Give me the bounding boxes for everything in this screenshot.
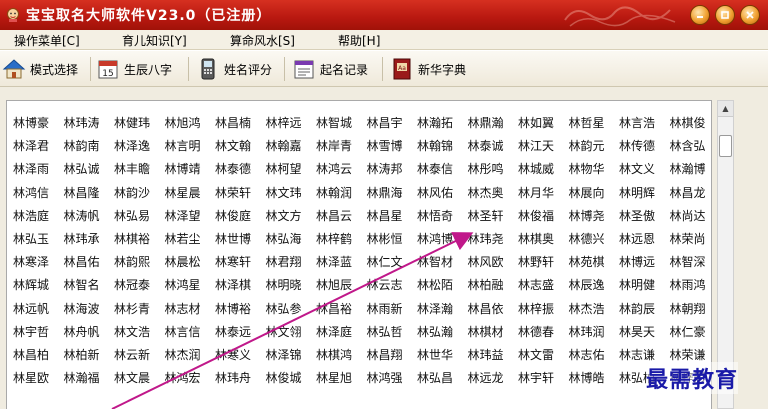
annotation-arrow-icon	[111, 232, 474, 409]
watermark-text: 最需教育	[646, 362, 739, 394]
